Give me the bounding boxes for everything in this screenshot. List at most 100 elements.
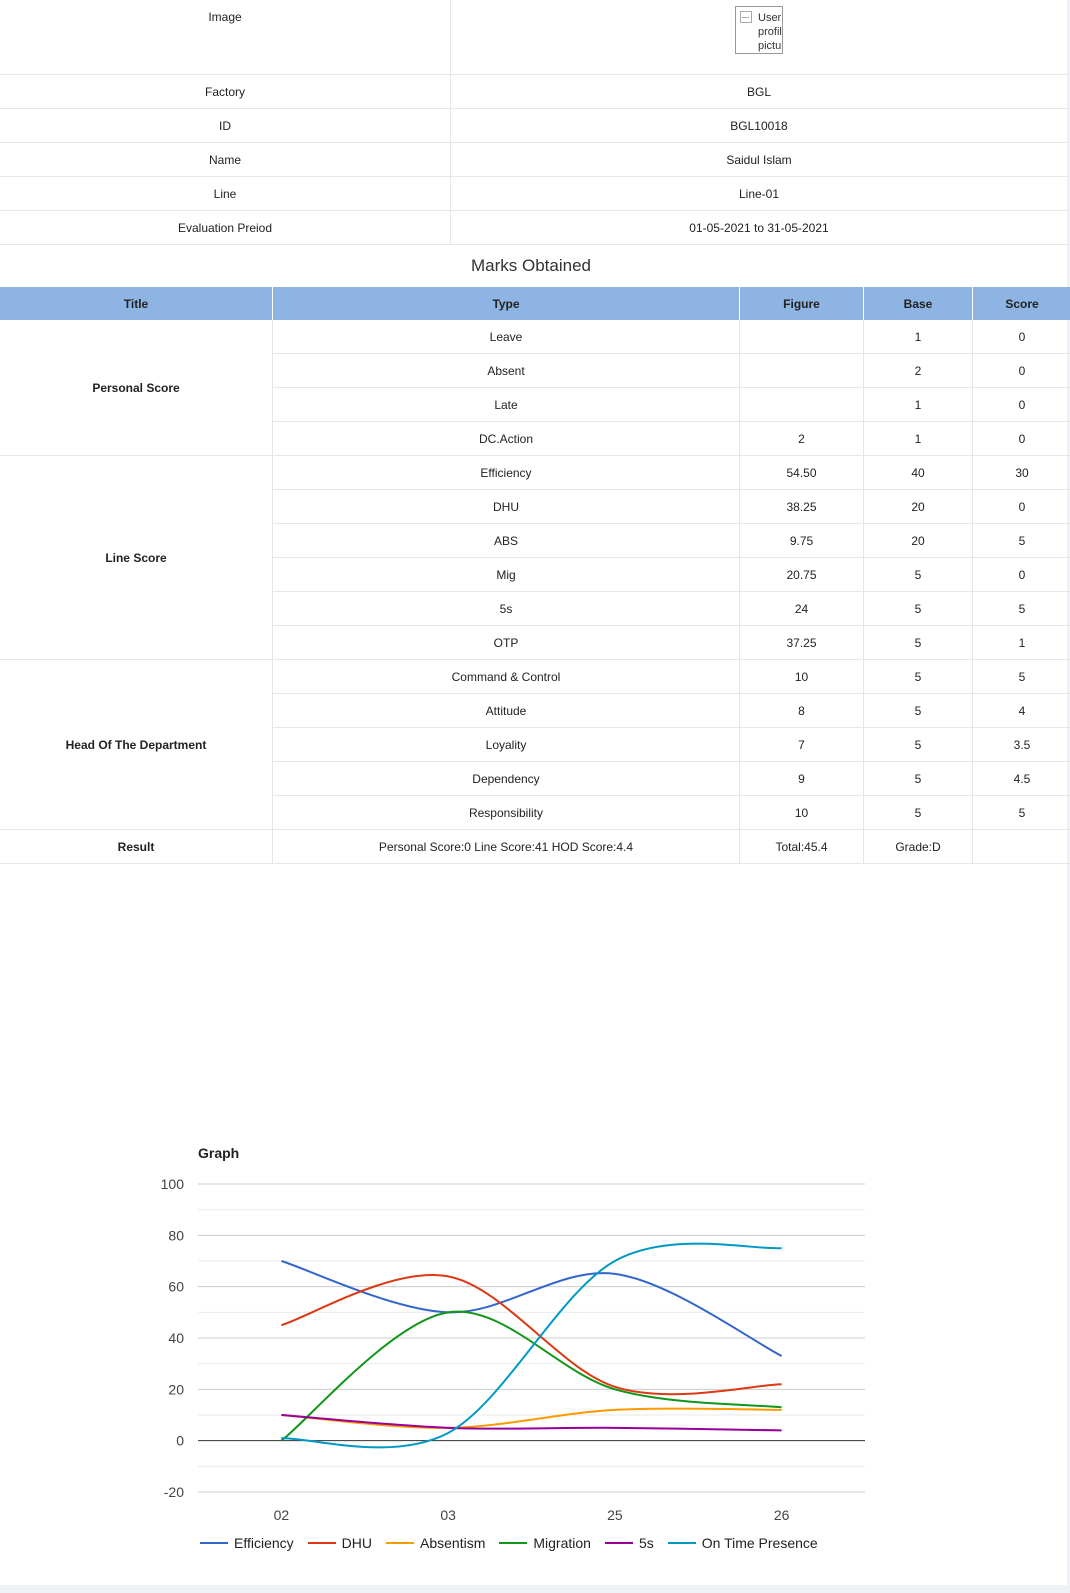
legend-swatch [200,1542,228,1545]
type-cell: DC.Action [272,421,740,456]
info-value: Saidul Islam [450,142,1067,177]
base-cell: 1 [863,387,973,422]
legend-label: 5s [638,1535,654,1551]
legend-swatch [307,1542,336,1545]
x-tick-label: 02 [274,1507,290,1523]
info-value: Line-01 [450,176,1067,211]
base-cell: 5 [863,727,973,762]
legend-item: Efficiency [200,1535,294,1551]
graph-panel: -20 0 20 40 60 80 100 02 03 25 26 Graph Efficiency… [0,1130,1067,1570]
series-line-on-time-presence [281,1242,782,1449]
legend-item: Migration [499,1535,591,1551]
y-tick-label: 60 [168,1279,184,1295]
chart-title: Graph [198,1145,240,1161]
result-row: Result Personal Score:0 Line Score:41 HOD… [0,829,1070,864]
figure-cell [739,320,864,354]
result-label: Result [0,829,273,864]
type-cell: Absent [272,353,740,388]
type-cell: 5s [272,591,740,626]
score-cell: 5 [972,659,1070,694]
result-summary: Personal Score:0 Line Score:41 HOD Score… [272,829,740,864]
legend-swatch [604,1542,633,1545]
figure-cell: 8 [739,693,864,728]
base-cell: 20 [863,523,973,558]
score-cell: 0 [972,421,1070,456]
score-cell: 0 [972,557,1070,592]
info-row: Image User profile picture [0,0,1067,75]
legend-label: Absentism [420,1535,486,1551]
result-total: Total:45.4 [739,829,864,864]
info-key: Image [0,0,451,75]
figure-cell: 7 [739,727,864,762]
image-alt-text: User profile picture [758,12,782,52]
type-cell: Mig [272,557,740,592]
score-cell: 5 [972,523,1070,558]
column-header: Base [863,287,973,320]
marks-obtained-heading: Marks Obtained [471,256,591,275]
type-cell: Efficiency [272,455,740,490]
score-cell: 3.5 [972,727,1070,762]
base-cell: 1 [863,320,973,354]
figure-cell [739,353,864,388]
table-row: Head Of The Department Command & Control 1… [0,659,1070,830]
figure-cell: 9 [739,761,864,796]
y-tick-label: 40 [168,1330,184,1346]
type-cell: Late [272,387,740,422]
figure-cell: 20.75 [739,557,864,592]
base-cell: 5 [863,659,973,694]
score-cell: 4 [972,693,1070,728]
figure-cell [739,387,864,422]
score-cell: 1 [972,625,1070,660]
info-key: Factory [0,74,451,109]
info-key: ID [0,108,451,143]
result-score [972,829,1070,864]
base-cell: 5 [863,557,973,592]
score-cell: 0 [972,320,1070,354]
figure-cell: 24 [739,591,864,626]
report-page: Image User profile picture FactoryBGLIDBGL… [0,0,1070,1585]
table-row: Personal Score Leave 1 0 [0,320,1070,456]
group-title: Line Score [0,455,273,660]
figure-cell: 38.25 [739,489,864,524]
score-cell: 5 [972,795,1070,830]
base-cell: 5 [863,795,973,830]
employee-info-table: Image User profile picture FactoryBGLIDBGL… [0,0,1067,245]
base-cell: 5 [863,693,973,728]
base-cell: 40 [863,455,973,490]
y-tick-label: 80 [168,1227,184,1243]
group-title: Head Of The Department [0,659,273,830]
user-profile-picture: User profile picture [735,6,783,54]
line-chart: -20 0 20 40 60 80 100 02 03 25 26 [161,1176,865,1523]
figure-cell: 54.50 [739,455,864,490]
score-cell: 5 [972,591,1070,626]
figure-cell: 37.25 [739,625,864,660]
legend-swatch [499,1542,528,1545]
base-cell: 5 [863,761,973,796]
legend-label: Migration [533,1535,591,1551]
legend-swatch [667,1542,696,1545]
type-cell: Loyality [272,727,740,762]
base-cell: 1 [863,421,973,456]
info-value: BGL10018 [450,108,1067,143]
score-cell: 0 [972,353,1070,388]
legend-label: DHU [341,1535,373,1551]
x-tick-label: 03 [440,1507,456,1523]
score-cell: 30 [972,455,1070,490]
y-tick-label: -20 [164,1484,184,1500]
type-cell: Dependency [272,761,740,796]
figure-cell: 2 [739,421,864,456]
legend-item: DHU [307,1535,373,1551]
table-row: Line Score Efficiency 54.50 40 30 [0,455,1070,660]
column-header: Title [0,287,273,320]
result-grade: Grade:D [863,829,973,864]
figure-cell: 10 [739,795,864,830]
y-tick-label: 100 [161,1176,185,1192]
type-cell: ABS [272,523,740,558]
marks-table: Title Type Figure Base Score Personal Score L… [0,287,1070,864]
info-key: Line [0,176,451,211]
info-value: User profile picture [450,0,1067,75]
column-header: Score [972,287,1070,320]
legend-item: Absentism [386,1535,485,1551]
series-line-absentism [281,1407,782,1429]
info-row: ID BGL10018 [0,108,1067,143]
